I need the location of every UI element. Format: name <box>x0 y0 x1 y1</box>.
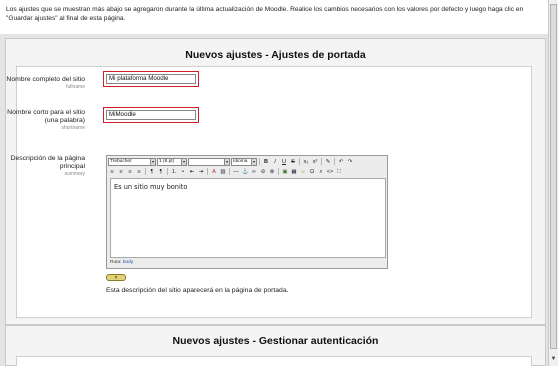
horizontal-rule-icon[interactable]: — <box>232 168 240 176</box>
font-family-value: Trebuchet <box>110 158 132 164</box>
toolbar-separator <box>259 158 260 165</box>
smiley-icon[interactable]: ☺ <box>299 168 307 176</box>
font-size-value: 1 (8 pt) <box>159 158 175 164</box>
summary-description-note: Esta descripción del sitio aparecerá en … <box>106 287 289 294</box>
authentication-settings-box <box>16 356 532 366</box>
shortname-label-line-1: Nombre corto para el sitio <box>7 109 85 116</box>
background-color-icon[interactable]: ▨ <box>219 168 227 176</box>
align-center-icon[interactable]: ≡ <box>117 168 125 176</box>
summary-key: summary <box>64 171 85 177</box>
ordered-list-icon[interactable]: ⒈ <box>170 168 178 176</box>
image-icon[interactable]: ▣ <box>281 168 289 176</box>
section-title-authentication: Nuevos ajustes - Gestionar autenticación <box>172 335 379 347</box>
toolbar-separator <box>321 158 322 165</box>
table-icon[interactable]: ▦ <box>290 168 298 176</box>
search-replace-icon[interactable]: ⌕ <box>317 168 325 176</box>
indent-icon[interactable]: ⇥ <box>197 168 205 176</box>
language-value: Idioma <box>233 158 248 164</box>
paragraph-style-select[interactable]: ▾ <box>188 157 230 166</box>
superscript-icon[interactable]: x² <box>311 158 319 166</box>
align-left-icon[interactable]: ≡ <box>108 168 116 176</box>
unlink-icon[interactable]: ⊘ <box>259 168 267 176</box>
underline-button[interactable]: U <box>280 158 288 166</box>
chevron-down-icon: ▾ <box>224 158 229 165</box>
html-source-icon[interactable]: <> <box>326 168 334 176</box>
special-char-icon[interactable]: Ω <box>308 168 316 176</box>
fullname-input[interactable]: Mi plataforma Moodle <box>106 74 196 84</box>
undo-icon[interactable]: ↶ <box>337 158 345 166</box>
toolbar-separator <box>167 168 168 175</box>
redo-icon[interactable]: ↷ <box>346 158 354 166</box>
font-family-select[interactable]: Trebuchet ▾ <box>108 157 156 166</box>
outdent-icon[interactable]: ⇤ <box>188 168 196 176</box>
toolbar-separator <box>145 168 146 175</box>
editor-toolbar-row-1: Trebuchet ▾ 1 (8 pt) ▾ ▾ Idioma ▾ B I U … <box>108 157 388 166</box>
font-size-select[interactable]: 1 (8 pt) ▾ <box>157 157 187 166</box>
authentication-settings-section: Nuevos ajustes - Gestionar autenticación <box>5 325 546 366</box>
upgrade-intro-message: Los ajustes que se muestran más abajo se… <box>2 2 550 34</box>
help-icon[interactable]: ? <box>106 274 126 281</box>
rtl-icon[interactable]: ¶ <box>157 168 165 176</box>
unordered-list-icon[interactable]: • <box>179 168 187 176</box>
summary-label-line-2: principal <box>59 163 85 170</box>
frontpage-settings-section: Nuevos ajustes - Ajustes de portada Nomb… <box>5 38 546 325</box>
editor-path-label: Ruta: <box>110 260 122 265</box>
shortname-input[interactable]: MiMoodle <box>106 110 196 120</box>
shortname-key: shortname <box>61 125 85 131</box>
editor-toolbar-row-2: ≡ ≡ ≡ ≡ ¶ ¶ ⒈ • ⇤ ⇥ A ▨ — ⚓ ∞ ⊘ ⊗ ▣ ▦ ☺ … <box>108 167 388 176</box>
fullname-key: fullname <box>66 84 85 90</box>
toolbar-separator <box>334 158 335 165</box>
scrollbar-thumb[interactable] <box>550 4 557 349</box>
toolbar-separator <box>299 158 300 165</box>
link-icon[interactable]: ∞ <box>250 168 258 176</box>
strikethrough-button[interactable]: S <box>289 158 297 166</box>
language-select[interactable]: Idioma ▾ <box>231 157 257 166</box>
fullname-label-text: Nombre completo del sitio <box>6 76 85 83</box>
toolbar-separator <box>229 168 230 175</box>
text-color-icon[interactable]: A <box>210 168 218 176</box>
ltr-icon[interactable]: ¶ <box>148 168 156 176</box>
justify-icon[interactable]: ≡ <box>135 168 143 176</box>
editor-path-body[interactable]: body <box>123 260 133 265</box>
vertical-scrollbar[interactable]: ▼ <box>548 0 558 366</box>
scroll-down-arrow-icon[interactable]: ▼ <box>550 354 557 364</box>
bold-button[interactable]: B <box>262 158 270 166</box>
shortname-label: Nombre corto para el sitio (una palabra)… <box>7 109 85 131</box>
subscript-icon[interactable]: x₂ <box>302 158 310 166</box>
toolbar-separator <box>207 168 208 175</box>
align-right-icon[interactable]: ≡ <box>126 168 134 176</box>
intro-line-2: "Guardar ajustes" al final de esta págin… <box>6 15 126 22</box>
italic-button[interactable]: I <box>271 158 279 166</box>
clean-word-icon[interactable]: ✎ <box>324 158 332 166</box>
section-title-frontpage: Nuevos ajustes - Ajustes de portada <box>185 49 366 61</box>
frontpage-settings-box: Nombre completo del sitio fullname Mi pl… <box>6 66 532 318</box>
summary-label: Descripción de la página principal summa… <box>11 155 85 177</box>
toolbar-separator <box>278 168 279 175</box>
fullname-label: Nombre completo del sitio fullname <box>6 76 85 90</box>
html-editor: Trebuchet ▾ 1 (8 pt) ▾ ▾ Idioma ▾ B I U … <box>106 155 388 269</box>
intro-line-1: Los ajustes que se muestran más abajo se… <box>6 6 524 13</box>
shortname-label-line-2: (una palabra) <box>44 117 85 124</box>
fullscreen-icon[interactable]: ⛶ <box>335 168 343 176</box>
anchor-icon[interactable]: ⚓ <box>241 168 249 176</box>
nolink-icon[interactable]: ⊗ <box>268 168 276 176</box>
chevron-down-icon: ▾ <box>150 158 155 165</box>
chevron-down-icon: ▾ <box>181 158 186 165</box>
summary-editor-area[interactable]: Es un sitio muy bonito <box>110 178 386 258</box>
chevron-down-icon: ▾ <box>251 158 256 165</box>
summary-label-line-1: Descripción de la página <box>10 155 85 162</box>
editor-path-bar: Ruta: body <box>110 260 133 265</box>
